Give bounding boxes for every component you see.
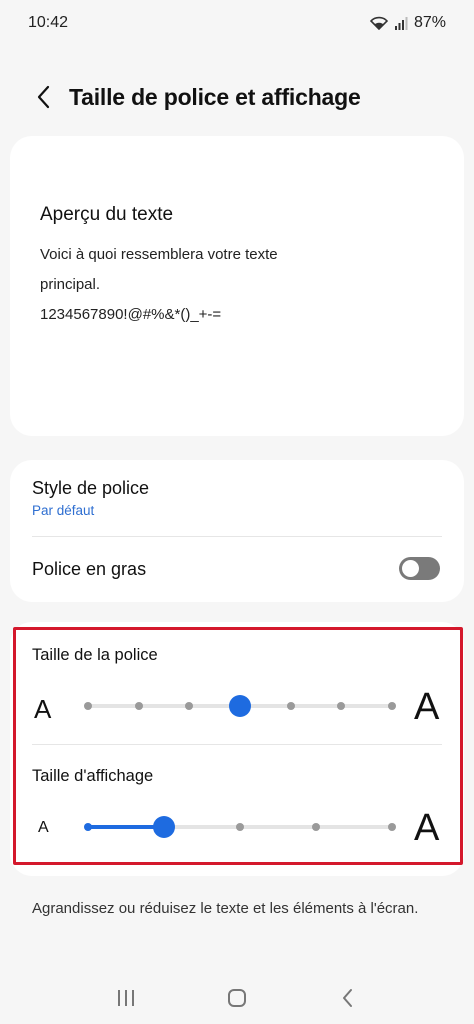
wifi-icon: [369, 16, 388, 30]
font-size-small-glyph: A: [34, 694, 52, 724]
size-description: Agrandissez ou réduisez le texte et les …: [32, 900, 419, 917]
slider-step[interactable]: [134, 702, 143, 710]
display-size-slider[interactable]: [84, 812, 396, 842]
font-style-value: Par défaut: [32, 503, 95, 518]
status-time: 10:42: [28, 14, 69, 31]
page-title: Taille de police et affichage: [69, 83, 361, 110]
divider: [32, 744, 442, 745]
navigation-bar: [0, 972, 474, 1024]
back-nav-button[interactable]: [328, 978, 368, 1018]
font-style-label: Style de police: [32, 478, 150, 498]
slider-step[interactable]: [84, 702, 92, 710]
font-style-row[interactable]: Style de police Par défaut: [10, 460, 464, 536]
bold-font-label: Police en gras: [32, 559, 147, 579]
slider-step[interactable]: [286, 702, 295, 710]
chevron-left-icon: [343, 989, 353, 1007]
preview-line: Voici à quoi ressemblera votre texte: [40, 246, 278, 263]
chevron-left-icon: [37, 85, 50, 109]
bold-font-toggle[interactable]: [399, 557, 440, 580]
toggle-knob: [402, 560, 419, 577]
slider-step[interactable]: [388, 702, 396, 710]
preview-title: Aperçu du texte: [40, 204, 174, 225]
back-button[interactable]: [24, 77, 64, 117]
font-size-large-glyph: A: [414, 686, 440, 728]
font-options-card: Style de police Par défaut Police en gra…: [10, 460, 464, 602]
size-settings-card: Taille de la police A A Taille d'afficha…: [10, 622, 464, 876]
display-size-label: Taille d'affichage: [32, 767, 154, 785]
battery-level: 87%: [413, 14, 446, 31]
slider-thumb[interactable]: [229, 695, 251, 717]
slider-step[interactable]: [185, 702, 194, 710]
preview-line: principal.: [40, 276, 101, 293]
recent-apps-icon: [117, 990, 134, 1006]
slider-step[interactable]: [312, 823, 320, 831]
font-size-slider[interactable]: [84, 691, 396, 721]
font-size-label: Taille de la police: [32, 646, 158, 664]
status-bar: 10:42 87%: [0, 0, 474, 46]
preview-line: 1234567890!@#%&*()_+-=: [40, 306, 222, 323]
display-size-small-glyph: A: [38, 819, 49, 836]
display-size-large-glyph: A: [414, 807, 440, 849]
slider-step[interactable]: [236, 823, 244, 831]
home-button[interactable]: [217, 978, 257, 1018]
slider-step[interactable]: [388, 823, 396, 831]
slider-thumb[interactable]: [153, 816, 175, 838]
home-icon: [227, 989, 246, 1007]
recent-apps-button[interactable]: [106, 978, 146, 1018]
slider-step[interactable]: [84, 823, 92, 831]
app-header: Taille de police et affichage: [0, 70, 474, 124]
slider-step[interactable]: [337, 702, 346, 710]
bold-font-row[interactable]: Police en gras: [10, 537, 464, 602]
status-icons: 87%: [369, 14, 446, 32]
preview-text: Voici à quoi ressemblera votre texte pri…: [40, 240, 440, 330]
text-preview-card: Aperçu du texte Voici à quoi ressemblera…: [10, 136, 464, 436]
signal-icon: [394, 17, 408, 30]
